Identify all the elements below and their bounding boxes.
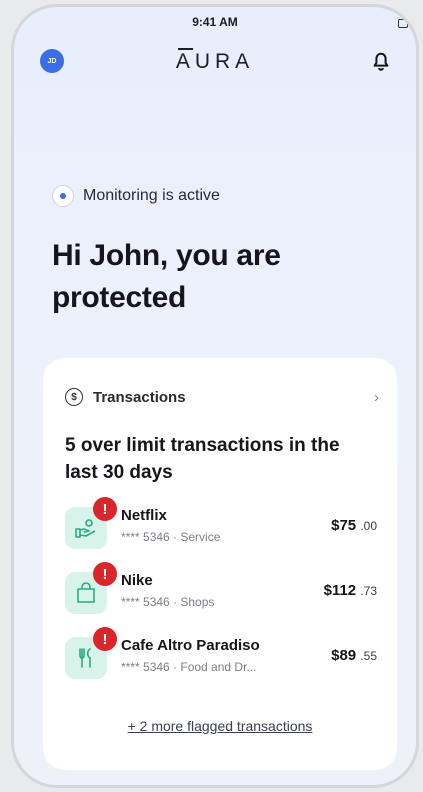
alert-badge: !: [93, 497, 117, 521]
status-time: 9:41 AM: [192, 15, 238, 29]
greeting-heading: Hi John, you are protected: [52, 239, 281, 314]
transaction-row[interactable]: ! Nike **** 5346 · Shops $112 .73: [65, 562, 377, 618]
transaction-row[interactable]: ! Netflix **** 5346 · Service $75 .00: [65, 497, 377, 553]
monitoring-text: Monitoring is active: [83, 187, 220, 204]
dollar-icon: $: [65, 388, 83, 406]
logo-text: URA: [194, 50, 255, 73]
amount-main: $112: [323, 582, 357, 599]
battery-icon: [398, 19, 408, 28]
amount-cents: .55: [360, 649, 377, 663]
transaction-meta: **** 5346 · Food and Dr...: [121, 660, 257, 674]
transactions-headline: 5 over limit transactions in the last 30…: [65, 435, 340, 483]
transactions-card[interactable]: $ Transactions › 5 over limit transactio…: [43, 358, 397, 770]
card-header[interactable]: $ Transactions ›: [65, 386, 379, 408]
logo-first-letter: A: [175, 48, 195, 73]
transaction-row[interactable]: ! Cafe Altro Paradiso **** 5346 · Food a…: [65, 627, 377, 683]
amount-cents: .73: [360, 584, 377, 598]
card-title: Transactions: [93, 388, 186, 406]
alert-badge: !: [93, 562, 117, 586]
transaction-amount: $75 .00: [331, 517, 377, 534]
transaction-name: Nike: [121, 572, 153, 589]
transaction-amount: $89 .55: [331, 647, 377, 664]
amount-main: $75: [331, 517, 357, 534]
more-flagged-link[interactable]: + 2 more flagged transactions: [43, 718, 397, 734]
status-bar: 9:41 AM: [14, 15, 416, 35]
chevron-right-icon[interactable]: ›: [374, 389, 379, 406]
transaction-amount: $112 .73: [324, 582, 377, 599]
app-header: JD AURA: [14, 41, 416, 81]
monitoring-indicator-icon: [52, 185, 74, 207]
aura-logo: AURA: [14, 48, 416, 74]
transaction-name: Netflix: [121, 507, 167, 524]
transaction-meta: **** 5346 · Service: [121, 530, 221, 544]
alert-badge: !: [93, 627, 117, 651]
phone-frame: 9:41 AM JD AURA Monitoring is active Hi …: [11, 4, 419, 788]
monitoring-status: Monitoring is active: [52, 185, 220, 207]
amount-cents: .00: [360, 519, 377, 533]
bell-icon[interactable]: [370, 51, 392, 73]
amount-main: $89: [331, 647, 357, 664]
transaction-name: Cafe Altro Paradiso: [121, 637, 260, 654]
transaction-meta: **** 5346 · Shops: [121, 595, 215, 609]
